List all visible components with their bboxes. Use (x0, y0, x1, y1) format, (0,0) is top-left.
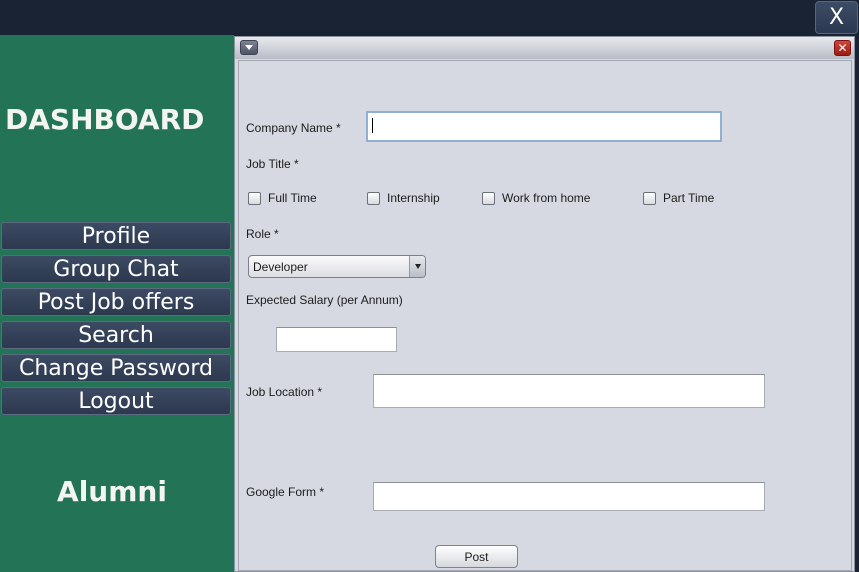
salary-input[interactable] (276, 327, 397, 352)
full-time-checkbox[interactable]: Full Time (248, 191, 317, 205)
sidebar: DASHBOARD Profile Group Chat Post Job of… (0, 35, 234, 572)
frame-menu-button[interactable] (240, 40, 258, 55)
top-bar: X (0, 0, 859, 35)
x-icon: ✕ (837, 41, 848, 55)
google-form-label: Google Form * (246, 485, 325, 499)
checkbox-box (248, 191, 261, 205)
checkbox-label: Full Time (268, 191, 317, 205)
nav-group-chat-button[interactable]: Group Chat (1, 255, 231, 283)
job-title-label: Job Title * (246, 157, 299, 171)
chevron-down-icon (414, 264, 421, 269)
checkbox-box (643, 191, 656, 205)
dropdown-arrow[interactable] (409, 256, 425, 277)
sidebar-nav: Profile Group Chat Post Job offers Searc… (0, 222, 232, 420)
work-from-home-checkbox[interactable]: Work from home (482, 191, 590, 205)
internship-checkbox[interactable]: Internship (367, 191, 440, 205)
job-location-input[interactable] (373, 374, 765, 408)
nav-search-button[interactable]: Search (1, 321, 231, 349)
company-name-input[interactable] (366, 111, 722, 142)
nav-profile-button[interactable]: Profile (1, 222, 231, 250)
role-dropdown[interactable]: Developer (248, 255, 426, 278)
checkbox-label: Part Time (663, 191, 715, 205)
checkbox-box (482, 191, 495, 205)
nav-change-password-button[interactable]: Change Password (1, 354, 231, 382)
nav-post-job-offers-button[interactable]: Post Job offers (1, 288, 231, 316)
role-label: Role * (246, 227, 279, 241)
checkbox-label: Work from home (502, 191, 591, 205)
app-close-button[interactable]: X (815, 1, 858, 34)
frame-close-button[interactable]: ✕ (834, 40, 851, 56)
post-job-form: Company Name * Job Title * Full Time Int… (238, 60, 852, 571)
part-time-checkbox[interactable]: Part Time (643, 191, 714, 205)
checkbox-label: Internship (387, 191, 440, 205)
nav-logout-button[interactable]: Logout (1, 387, 231, 415)
checkbox-box (367, 191, 380, 205)
post-job-internal-frame: ✕ Company Name * Job Title * Full Time I… (234, 36, 855, 572)
internal-frame-titlebar[interactable]: ✕ (235, 37, 854, 59)
triangle-down-icon (245, 45, 253, 50)
job-location-label: Job Location * (246, 385, 323, 399)
text-caret (372, 118, 373, 133)
company-name-label: Company Name * (246, 121, 341, 135)
salary-label: Expected Salary (per Annum) (246, 293, 403, 307)
alumni-label: Alumni (57, 475, 167, 508)
dashboard-title: DASHBOARD (5, 103, 205, 136)
post-button[interactable]: Post (435, 545, 518, 568)
role-selected-value: Developer (253, 260, 308, 274)
google-form-input[interactable] (373, 482, 765, 511)
